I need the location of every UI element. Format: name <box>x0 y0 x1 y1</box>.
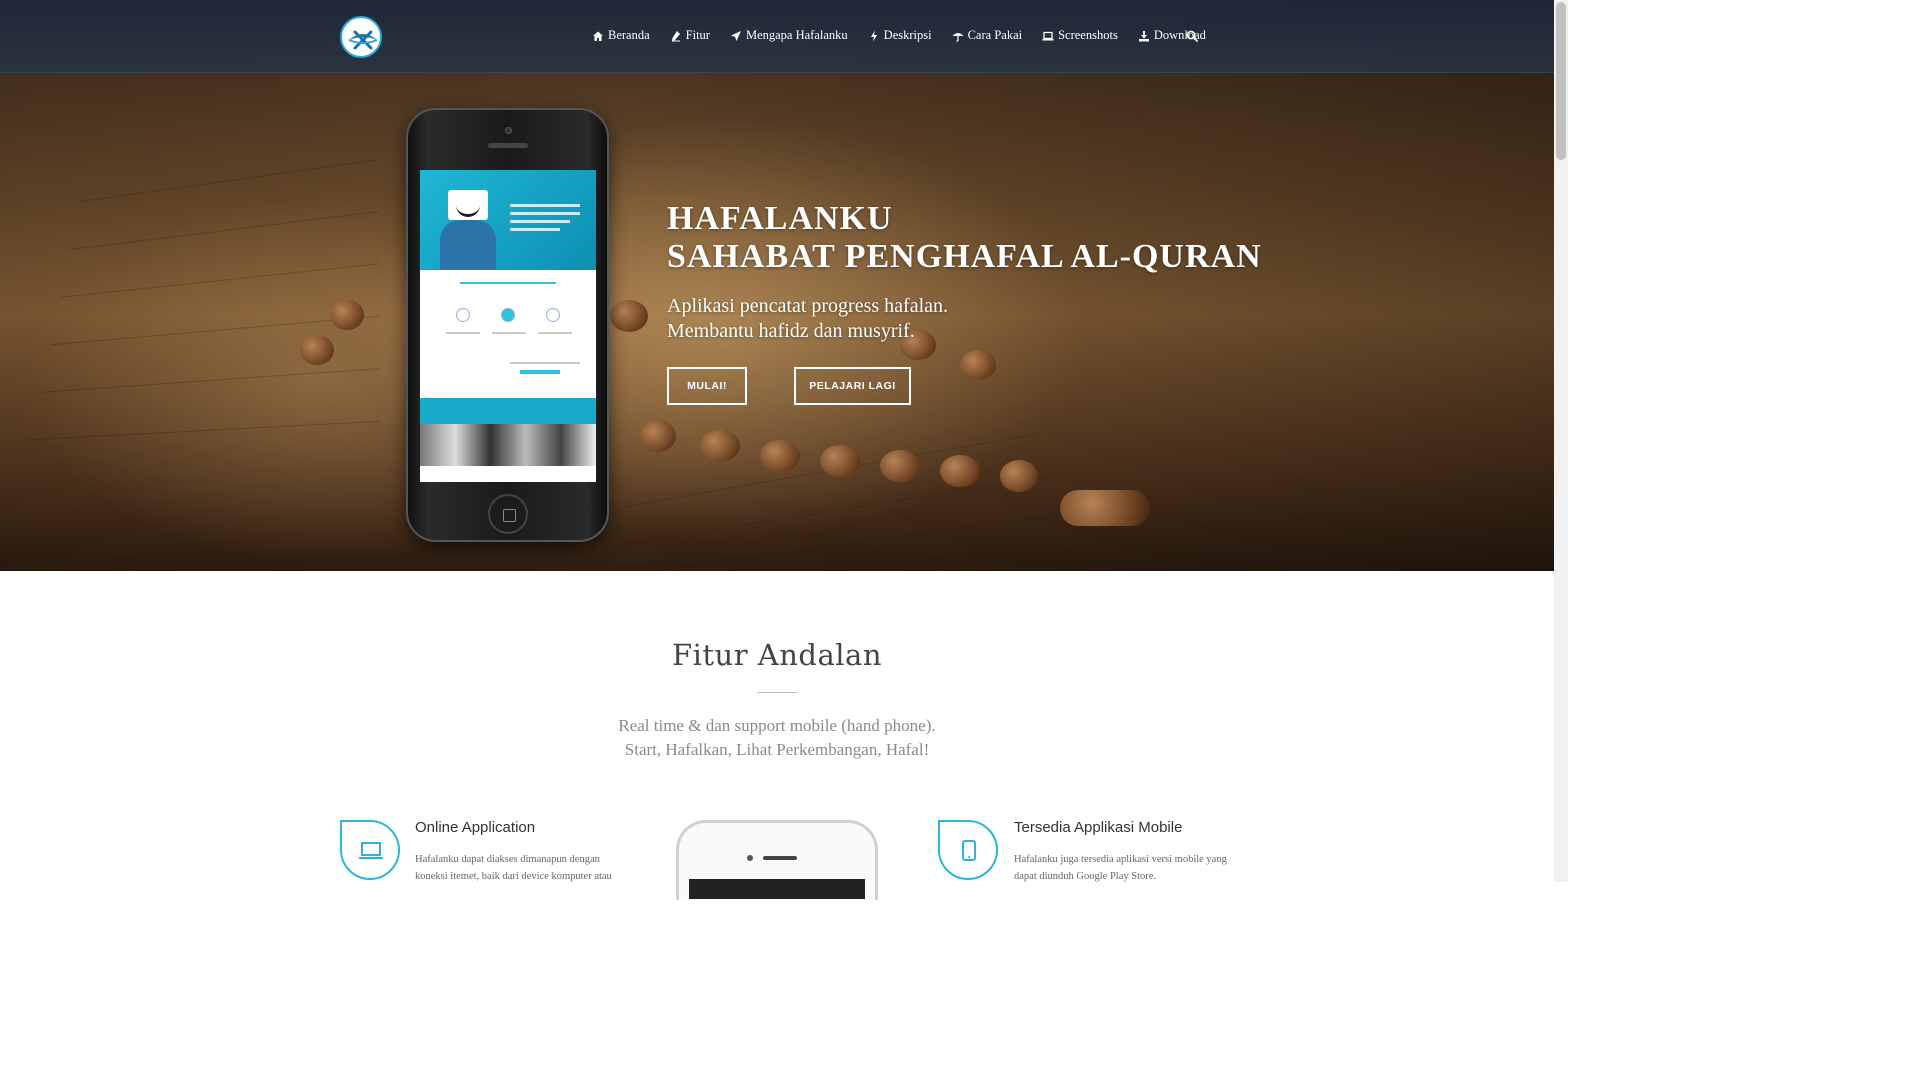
page-scrollbar[interactable] <box>1554 0 1568 882</box>
bead <box>760 440 800 472</box>
start-button[interactable]: MULAI! <box>667 367 747 405</box>
preview-smiley-sign <box>448 190 488 220</box>
preview-mission-section <box>420 270 596 350</box>
phone-camera <box>505 127 512 134</box>
phone-home-button <box>488 494 528 534</box>
preview-person <box>440 220 496 270</box>
bead <box>610 300 648 332</box>
hero-title-line1: HAFALANKU <box>667 200 893 237</box>
nav-item-label: Cara Pakai <box>967 28 1023 42</box>
features-subtitle: Real time & dan support mobile (hand pho… <box>0 714 1554 762</box>
hero-section <box>0 0 1554 571</box>
bead <box>960 350 996 380</box>
feature-title-mobile: Tersedia Applikasi Mobile <box>1014 819 1183 836</box>
preview-feature-dot <box>456 308 470 322</box>
laptop-icon <box>359 842 383 859</box>
preview-photo-strip <box>420 424 596 466</box>
nav-item-deskripsi[interactable]: Deskripsi <box>868 28 932 43</box>
laptop-icon <box>1042 31 1054 40</box>
hero-subtitle-line2: Membantu hafidz dan musyrif. <box>667 320 915 342</box>
preview-button <box>520 370 560 374</box>
site-logo[interactable] <box>340 16 382 58</box>
download-icon <box>1138 30 1149 41</box>
bead <box>1000 460 1038 492</box>
preview-text-line <box>492 332 526 334</box>
bolt-icon <box>870 30 877 41</box>
phone-screen-preview <box>420 170 596 482</box>
preview-text-line <box>510 220 570 223</box>
features-subtitle-line2: Start, Hafalkan, Lihat Perkembangan, Haf… <box>624 740 930 759</box>
phone-camera <box>747 855 753 861</box>
navbar: Beranda Fitur Mengapa Hafalanku Deskrips… <box>0 0 1554 73</box>
preview-text-line <box>510 228 560 231</box>
nav-item-beranda[interactable]: Beranda <box>592 28 650 43</box>
nav-item-label: Download <box>1153 28 1206 42</box>
scrollbar-thumb[interactable] <box>1556 2 1566 160</box>
phone-screen <box>689 879 865 899</box>
preview-text-line <box>446 332 480 334</box>
search-icon[interactable] <box>1186 30 1198 42</box>
nav-item-fitur[interactable]: Fitur <box>670 28 710 43</box>
feature-title-online: Online Application <box>415 819 536 836</box>
paper-plane-icon <box>730 30 741 41</box>
pen-icon <box>671 30 680 41</box>
feature-icon-online <box>340 820 400 880</box>
nav-item-label: Fitur <box>685 28 710 42</box>
nav-item-mengapa-hafalanku[interactable]: Mengapa Hafalanku <box>730 28 848 43</box>
preview-text-line <box>538 332 572 334</box>
nav-item-screenshots[interactable]: Screenshots <box>1042 28 1118 43</box>
preview-text-line <box>510 362 580 364</box>
learn-more-button[interactable]: PELAJARI LAGI <box>794 367 911 405</box>
bead <box>640 420 676 452</box>
preview-text-line <box>510 204 580 207</box>
umbrella-icon <box>952 32 964 42</box>
feature-icon-mobile <box>938 820 998 880</box>
preview-text-line <box>460 282 556 284</box>
tablet-icon <box>962 840 976 861</box>
logo-icon <box>348 30 378 50</box>
nav-item-cara-pakai[interactable]: Cara Pakai <box>952 28 1023 43</box>
phone-mockup <box>406 108 609 542</box>
bead <box>300 335 334 365</box>
nav-menu: Beranda Fitur Mengapa Hafalanku Deskrips… <box>592 28 1226 43</box>
nav-item-label: Screenshots <box>1058 28 1118 42</box>
bead <box>330 300 364 330</box>
bead <box>940 455 980 487</box>
preview-feature-dot <box>501 308 515 322</box>
bead <box>700 430 740 462</box>
preview-text-line <box>510 212 580 215</box>
features-subtitle-line1: Real time & dan support mobile (hand pho… <box>618 716 936 735</box>
feature-desc-online: Hafalanku dapat diakses dimanapun dengan… <box>415 854 612 882</box>
bead <box>820 445 860 477</box>
nav-item-label: Deskripsi <box>883 28 932 42</box>
preview-portfolio-band <box>420 398 596 424</box>
hero-title: HAFALANKU SAHABAT PENGHAFAL AL-QURAN <box>667 200 1262 276</box>
preview-feature-dot <box>546 308 560 322</box>
hero-subtitle-line1: Aplikasi pencatat progress hafalan. <box>667 295 949 317</box>
features-title: Fitur Andalan <box>671 638 883 672</box>
hero-subtitle: Aplikasi pencatat progress hafalan. Memb… <box>667 294 948 344</box>
hero-overlay <box>0 0 1554 571</box>
section-divider <box>757 692 797 693</box>
hero-title-line2: SAHABAT PENGHAFAL AL-QURAN <box>667 238 1262 275</box>
nav-item-label: Mengapa Hafalanku <box>745 28 848 42</box>
phone-speaker <box>763 856 797 860</box>
bead-tassel <box>1060 490 1150 526</box>
home-icon <box>593 31 603 41</box>
phone-speaker <box>488 143 528 148</box>
nav-item-label: Beranda <box>608 28 650 42</box>
preview-header-banner <box>420 170 596 270</box>
phone-illustration <box>676 820 878 900</box>
bead <box>880 450 920 482</box>
feature-desc-mobile: Hafalanku juga tersedia aplikasi versi m… <box>1014 854 1227 882</box>
